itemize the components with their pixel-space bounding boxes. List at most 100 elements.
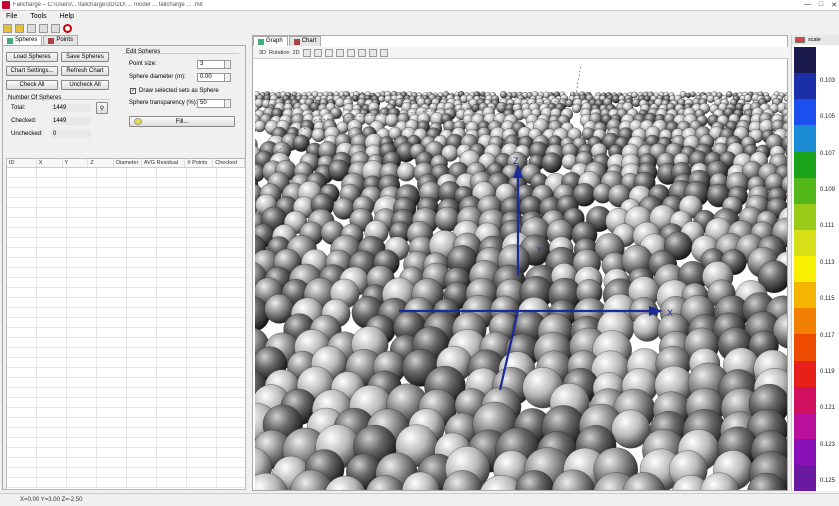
menu-file[interactable]: File — [6, 13, 17, 20]
open-folder-icon[interactable] — [15, 23, 24, 33]
column-header[interactable]: # Points — [185, 159, 214, 167]
unchecked-label: Unchecked: — [11, 131, 43, 137]
column-header[interactable]: Y — [63, 159, 89, 167]
move-icon[interactable] — [302, 48, 311, 57]
spheres-panel: Load Spheres Save Spheres Chart Settings… — [2, 45, 246, 490]
spheres-icon — [7, 37, 13, 44]
checked-value: 1449 — [51, 117, 91, 125]
color-bar-segment — [794, 99, 816, 126]
menu-tools[interactable]: Tools — [30, 13, 46, 20]
column-header[interactable]: Z — [88, 159, 115, 167]
legend-tick-label: 0.121 — [820, 405, 836, 412]
point-size-stepper[interactable]: 3 — [197, 60, 231, 69]
fill-button[interactable]: Fill... — [129, 116, 235, 127]
sphere — [631, 91, 638, 99]
sphere-info-icon[interactable]: ⚲ — [96, 102, 108, 114]
main-toolbar — [0, 22, 250, 34]
legend-tick-label: 0.123 — [820, 441, 836, 448]
legend-tick-label: 0.115 — [820, 296, 835, 303]
3d-scene[interactable]: Z X Y — [255, 60, 787, 490]
tab-spheres[interactable]: Spheres — [2, 35, 43, 45]
spin-arrows-icon[interactable] — [224, 100, 230, 107]
table-icon[interactable] — [51, 23, 60, 33]
rotation-button[interactable]: Rotation — [269, 50, 290, 56]
axes-toggle-icon[interactable] — [357, 48, 366, 57]
transparency-stepper[interactable]: 50 — [197, 99, 231, 108]
legend-tick-label: 0.125 — [820, 478, 836, 484]
sphere-diameter-label: Sphere diameter (m): — [129, 74, 186, 80]
check-all-button[interactable]: Check All — [6, 80, 58, 90]
color-bar-segment — [794, 282, 816, 309]
table-rows[interactable] — [7, 168, 245, 489]
sphere — [690, 91, 696, 98]
spheres-table: ID X Y Z Diameter AVG Residual # Points … — [6, 158, 246, 490]
color-bar — [794, 47, 816, 492]
column-header[interactable]: X — [37, 159, 63, 167]
refresh-chart-button[interactable]: Refresh Chart — [61, 66, 109, 76]
draw-selected-checkbox[interactable]: ✓ — [130, 88, 136, 94]
menu-help[interactable]: Help — [60, 13, 74, 20]
title-bar: Fallcharge – C:\Users\...\fallcharge\3D\… — [0, 0, 839, 11]
spin-arrows-icon[interactable] — [224, 74, 230, 81]
load-spheres-button[interactable]: Load Spheres — [6, 52, 58, 62]
sphere — [743, 94, 752, 103]
viewer-toolbar: 3D Rotation 2D — [253, 47, 789, 59]
color-bar-segment — [794, 308, 816, 335]
uncheck-all-button[interactable]: Uncheck All — [61, 80, 109, 90]
column-header[interactable]: Diameter — [114, 159, 142, 167]
spin-arrows-icon[interactable] — [224, 61, 230, 68]
print-icon[interactable] — [368, 48, 377, 57]
tab-graph[interactable]: Graph — [253, 36, 288, 46]
save-icon[interactable] — [27, 23, 36, 33]
axis-label-z: Z — [513, 156, 519, 166]
maximize-button[interactable]: □ — [819, 1, 823, 9]
color-bar-ticks: 0.103 0.105 0.107 0.109 0.111 0.113 0.115 0.117… — [817, 47, 839, 491]
viewer-panel: Graph Chart 3D Rotation 2D Z X Y — [252, 35, 789, 491]
edit-spheres-heading: Edit Spheres — [126, 49, 161, 55]
unchecked-value: 0 — [51, 130, 91, 138]
color-bar-segment — [794, 465, 816, 492]
legend-tick-label: 0.103 — [820, 78, 836, 84]
sphere — [631, 98, 641, 108]
legend-tick-label: 0.119 — [820, 368, 835, 375]
app-icon — [2, 1, 10, 9]
legend-header: scale — [808, 37, 821, 43]
point-size-label: Point size: — [129, 61, 157, 67]
column-header[interactable]: AVG Residual — [142, 159, 186, 167]
chart-settings-button[interactable]: Chart Settings... — [6, 66, 58, 76]
stop-icon[interactable] — [63, 23, 72, 33]
graph-icon — [258, 38, 264, 45]
draw-selected-label: Draw selected sets as Sphere — [139, 88, 219, 94]
column-header[interactable]: ID — [7, 159, 37, 167]
sphere — [706, 94, 715, 103]
sphere — [396, 162, 416, 182]
sphere — [783, 95, 787, 102]
view-2d-button[interactable]: 2D — [293, 50, 300, 56]
rotate-icon[interactable] — [324, 48, 333, 57]
fill-icon — [134, 118, 142, 125]
legend-tick-label: 0.111 — [820, 223, 835, 230]
tab-chart[interactable]: Chart — [288, 36, 322, 46]
color-bar-segment — [794, 360, 816, 387]
color-bar-segment — [794, 47, 816, 74]
zoom-icon[interactable] — [313, 48, 322, 57]
grid-toggle-icon[interactable] — [346, 48, 355, 57]
points-icon — [48, 37, 55, 44]
legend-tick-label: 0.117 — [820, 332, 835, 339]
tab-points[interactable]: Points — [43, 35, 79, 45]
save-spheres-button[interactable]: Save Spheres — [61, 52, 109, 62]
new-file-icon[interactable] — [3, 23, 12, 33]
axis-label-x: X — [667, 308, 673, 318]
column-header[interactable]: Checked — [213, 159, 245, 167]
sphere-diameter-stepper[interactable]: 0.00 — [197, 73, 231, 82]
window-title: Fallcharge – C:\Users\...\fallcharge\3D\… — [13, 2, 203, 8]
help-icon[interactable] — [379, 48, 388, 57]
legend-tick-label: 0.113 — [820, 259, 835, 266]
depth-icon[interactable] — [335, 48, 344, 57]
sphere — [541, 152, 563, 173]
close-button[interactable]: ✕ — [831, 1, 837, 9]
minimize-button[interactable]: — — [804, 1, 811, 9]
grid-icon[interactable] — [39, 23, 48, 33]
view-3d-button[interactable]: 3D — [259, 50, 266, 56]
color-bar-segment — [794, 438, 816, 465]
